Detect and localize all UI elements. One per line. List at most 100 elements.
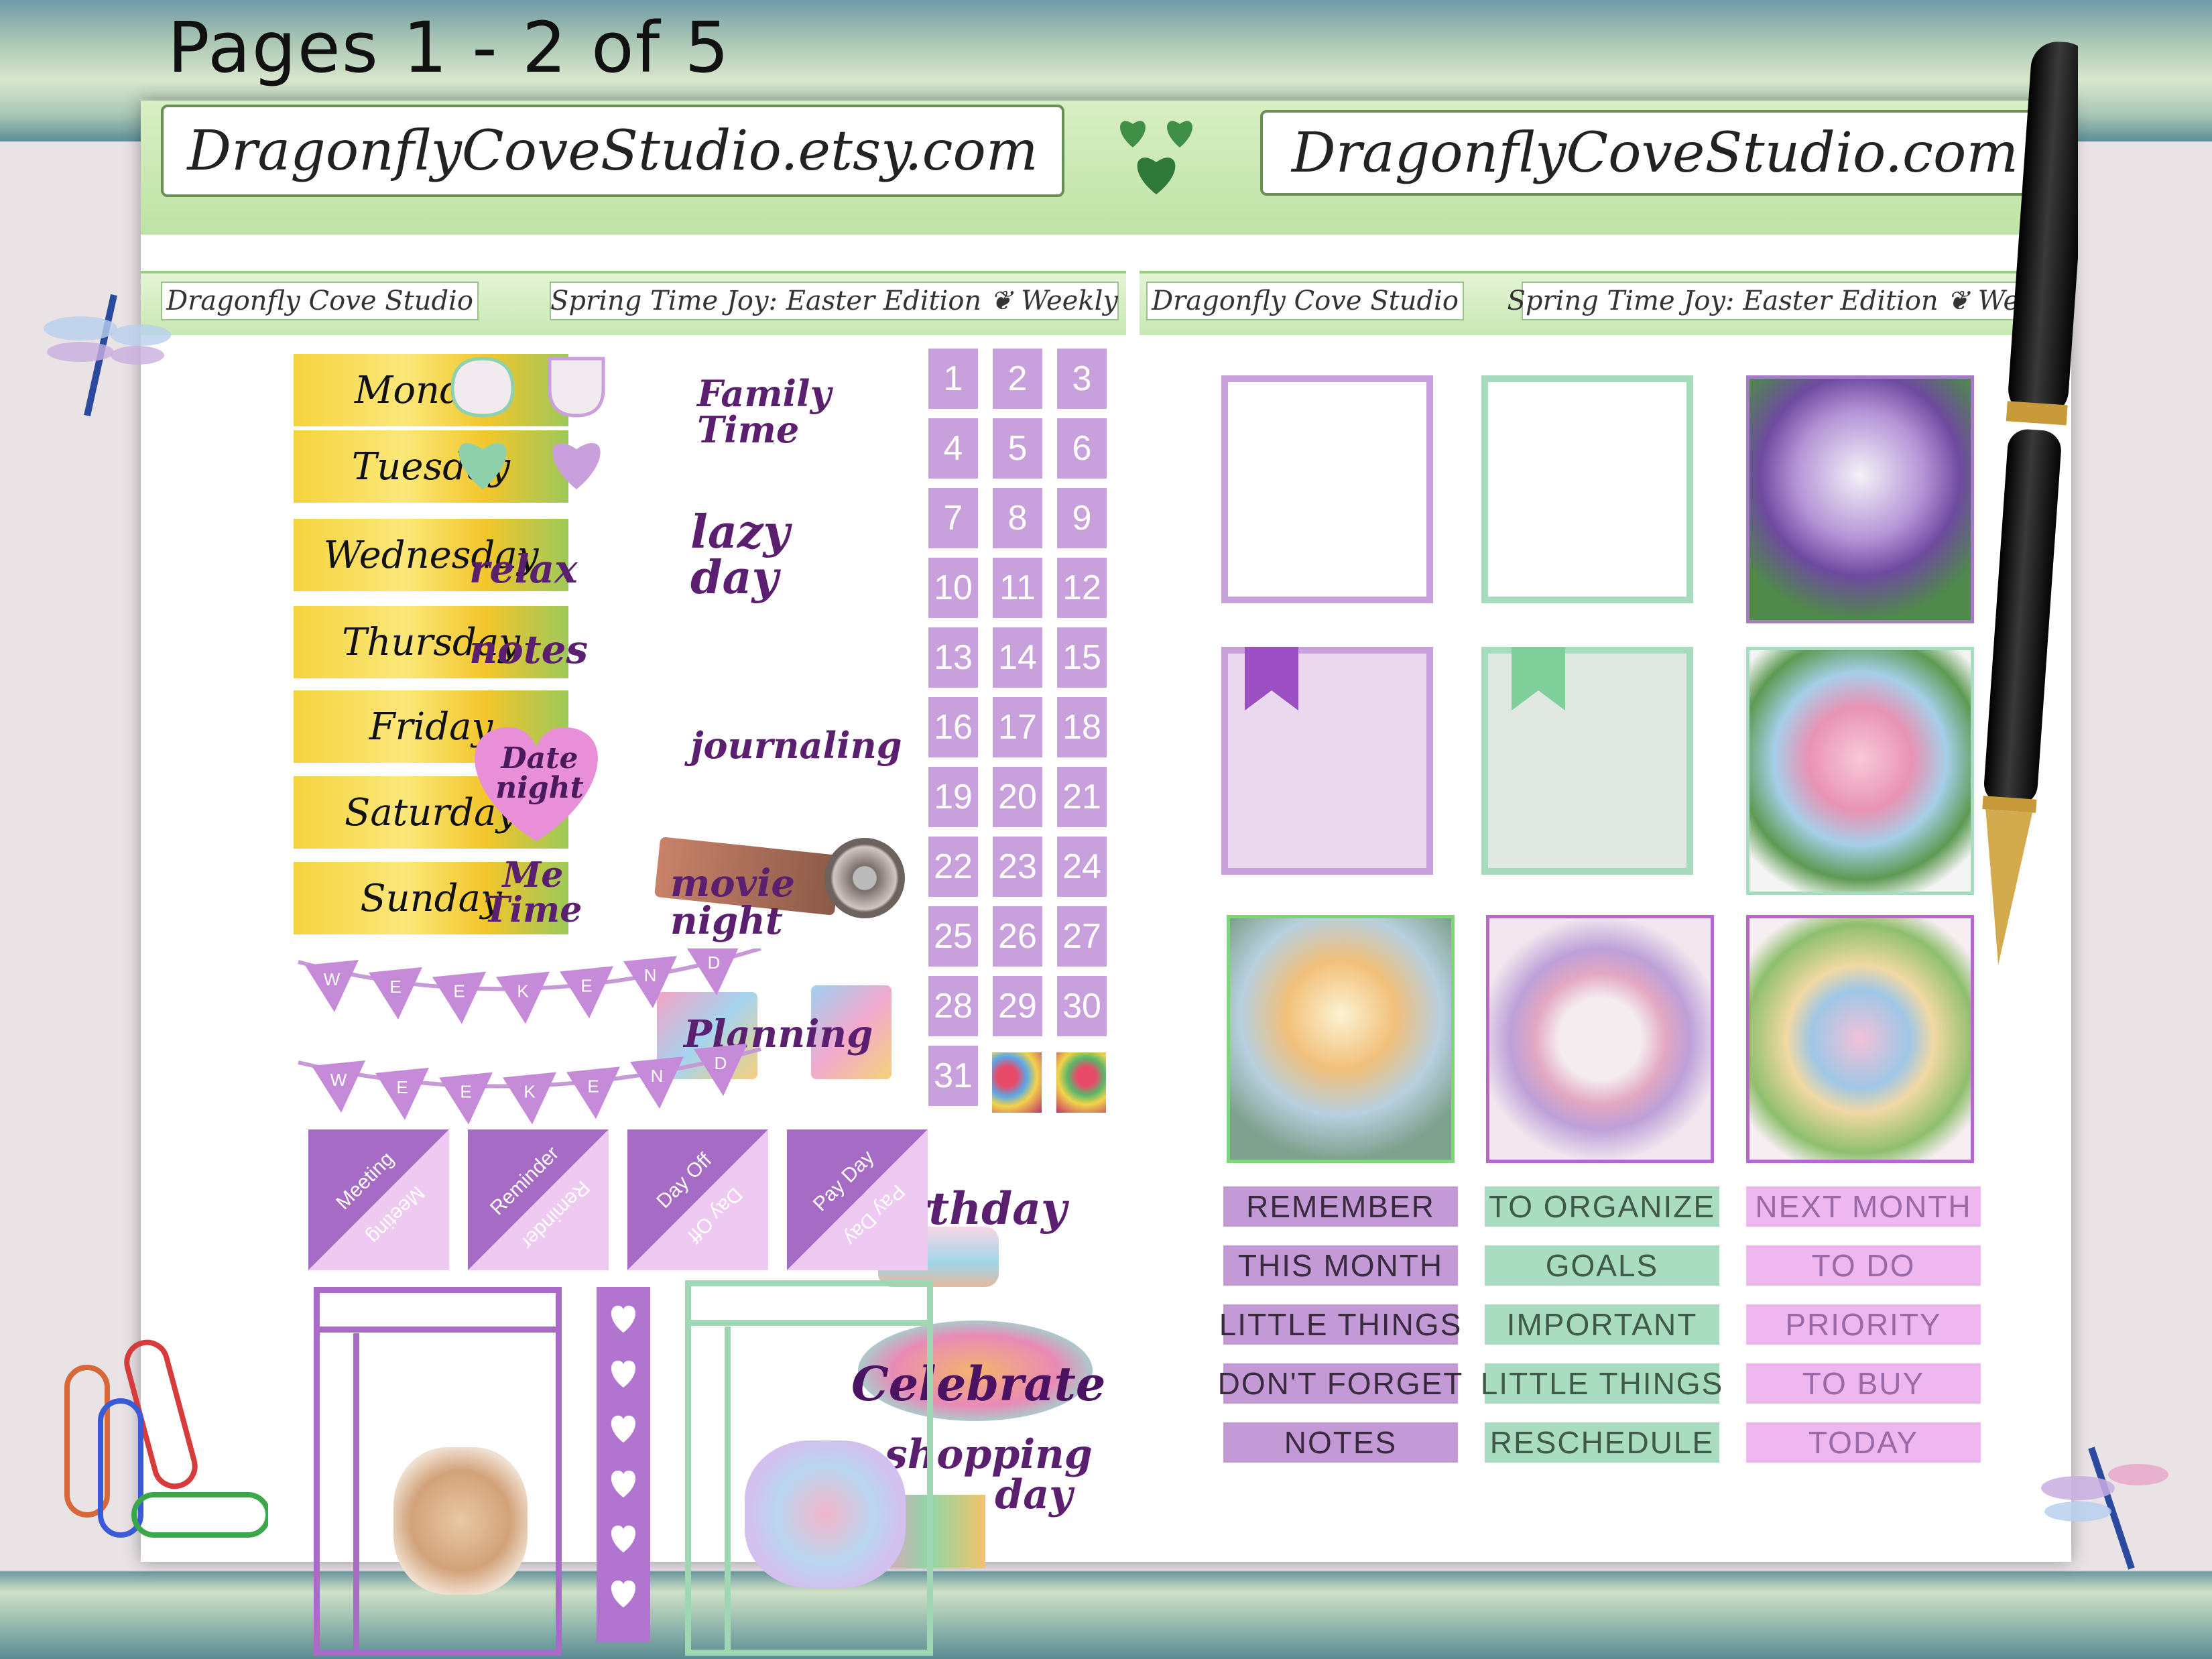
- frame-purple-outline[interactable]: [1221, 375, 1433, 603]
- date-number-13[interactable]: 13: [928, 627, 978, 688]
- floral-wreath-image: [1486, 915, 1714, 1163]
- sticker-notes[interactable]: notes: [469, 630, 588, 669]
- label-pink[interactable]: PRIORITY: [1746, 1304, 1981, 1345]
- date-number-24[interactable]: 24: [1057, 837, 1107, 897]
- date-number-30[interactable]: 30: [1057, 976, 1107, 1036]
- checkbox-heart-icon[interactable]: [606, 1300, 641, 1335]
- checkbox-heart-icon[interactable]: [606, 1520, 641, 1555]
- date-number-18[interactable]: 18: [1057, 697, 1107, 757]
- date-number-23[interactable]: 23: [993, 837, 1042, 897]
- label-pink[interactable]: TO DO: [1746, 1245, 1981, 1286]
- label-purple[interactable]: LITTLE THINGS: [1219, 1304, 1461, 1345]
- pennant-letter: E: [453, 981, 465, 1001]
- date-number-11[interactable]: 11: [993, 558, 1042, 618]
- checkbox-heart-icon[interactable]: [606, 1575, 641, 1610]
- half-box-sticker[interactable]: Pay Day Pay Day: [787, 1129, 928, 1270]
- pennant-letter: D: [715, 1053, 727, 1073]
- checkbox-heart-icon[interactable]: [606, 1465, 641, 1500]
- fountain-pen-icon: [1982, 42, 2078, 965]
- label-pink[interactable]: TO BUY: [1746, 1363, 1981, 1404]
- pennant-letter: E: [580, 975, 592, 995]
- sticker-movie-night[interactable]: movie night: [670, 865, 885, 940]
- bunnies-image: [393, 1447, 528, 1595]
- sticker-relax[interactable]: relax: [469, 550, 578, 589]
- date-number-4[interactable]: 4: [928, 418, 978, 479]
- date-number-12[interactable]: 12: [1057, 558, 1107, 618]
- easter-egg-tile-1[interactable]: [992, 1052, 1042, 1113]
- date-number-15[interactable]: 15: [1057, 627, 1107, 688]
- left-edition-label: Spring Time Joy: Easter Edition ❦ Weekly: [550, 282, 1119, 320]
- date-number-29[interactable]: 29: [993, 976, 1042, 1036]
- label-purple[interactable]: THIS MONTH: [1223, 1245, 1458, 1286]
- date-number-28[interactable]: 28: [928, 976, 978, 1036]
- date-number-14[interactable]: 14: [993, 627, 1042, 688]
- half-box-stickers: Meeting Meeting Reminder Reminder Day Off D…: [308, 1129, 952, 1277]
- date-number-16[interactable]: 16: [928, 697, 978, 757]
- bookmark-ribbon-icon: [1245, 647, 1298, 711]
- heart-checkbox-strip[interactable]: [597, 1287, 650, 1642]
- pennant-letter: E: [396, 1077, 408, 1097]
- date-number-20[interactable]: 20: [993, 767, 1042, 827]
- label-green[interactable]: GOALS: [1485, 1245, 1719, 1286]
- label-purple[interactable]: NOTES: [1223, 1422, 1458, 1463]
- label-purple[interactable]: DON'T FORGET: [1218, 1363, 1462, 1404]
- date-number-6[interactable]: 6: [1057, 418, 1107, 479]
- pennant-letter: D: [708, 953, 721, 973]
- dragonfly-icon-2: [2041, 1447, 2168, 1570]
- date-number-26[interactable]: 26: [993, 906, 1042, 967]
- date-number-10[interactable]: 10: [928, 558, 978, 618]
- easter-eggs-image: [745, 1440, 906, 1588]
- sticker-me-time[interactable]: Me Time: [476, 858, 590, 928]
- flower-vase-image: [1746, 647, 1974, 895]
- label-green[interactable]: TO ORGANIZE: [1485, 1186, 1719, 1227]
- frame-green-filled[interactable]: [1481, 647, 1693, 875]
- frame-green-outline[interactable]: [1481, 375, 1693, 603]
- date-number-27[interactable]: 27: [1057, 906, 1107, 967]
- date-number-31[interactable]: 31: [928, 1046, 978, 1106]
- pennant-letter: W: [330, 1070, 347, 1090]
- label-pink[interactable]: NEXT MONTH: [1746, 1186, 1981, 1227]
- lilac-flowers-image: [1746, 375, 1974, 623]
- paperclips-icon: [64, 1339, 268, 1538]
- site-url[interactable]: DragonflyCoveStudio.com: [1260, 110, 2050, 196]
- date-number-1[interactable]: 1: [928, 349, 978, 409]
- mini-heart-stickers[interactable]: [449, 355, 623, 496]
- date-number-5[interactable]: 5: [993, 418, 1042, 479]
- half-box-sticker[interactable]: Day Off Day Off: [627, 1129, 768, 1270]
- half-box-sticker[interactable]: Reminder Reminder: [468, 1129, 609, 1270]
- date-number-17[interactable]: 17: [993, 697, 1042, 757]
- pennant-letter: W: [324, 969, 341, 989]
- label-pink[interactable]: TODAY: [1746, 1422, 1981, 1463]
- checkbox-heart-icon[interactable]: [606, 1410, 641, 1445]
- date-number-3[interactable]: 3: [1057, 349, 1107, 409]
- easter-egg-tile-2[interactable]: [1056, 1052, 1106, 1113]
- half-box-sticker[interactable]: Meeting Meeting: [308, 1129, 449, 1270]
- egg-checklist-box[interactable]: [685, 1280, 933, 1656]
- sticker-lazy-day[interactable]: lazy day: [690, 509, 865, 601]
- label-green[interactable]: RESCHEDULE: [1485, 1422, 1719, 1463]
- page-title: Pages 1 - 2 of 5: [168, 7, 731, 88]
- date-number-8[interactable]: 8: [993, 488, 1042, 548]
- bunny-checklist-box[interactable]: [314, 1287, 562, 1656]
- sticker-journaling[interactable]: journaling: [690, 727, 902, 763]
- checkbox-heart-icon[interactable]: [606, 1355, 641, 1390]
- etsy-url[interactable]: DragonflyCoveStudio.etsy.com: [161, 105, 1064, 197]
- dragonfly-icon: [44, 294, 171, 417]
- date-number-22[interactable]: 22: [928, 837, 978, 897]
- left-studio-label: Dragonfly Cove Studio: [161, 282, 479, 320]
- date-number-21[interactable]: 21: [1057, 767, 1107, 827]
- pennant-letter: K: [524, 1082, 536, 1102]
- date-number-25[interactable]: 25: [928, 906, 978, 967]
- sticker-date-night[interactable]: Date night: [493, 744, 587, 803]
- label-purple[interactable]: REMEMBER: [1223, 1186, 1458, 1227]
- date-number-7[interactable]: 7: [928, 488, 978, 548]
- sticker-family-time[interactable]: Family Time: [697, 375, 831, 448]
- label-green[interactable]: LITTLE THINGS: [1481, 1363, 1722, 1404]
- frame-purple-filled[interactable]: [1221, 647, 1433, 875]
- label-green[interactable]: IMPORTANT: [1485, 1304, 1719, 1345]
- date-number-2[interactable]: 2: [993, 349, 1042, 409]
- date-number-9[interactable]: 9: [1057, 488, 1107, 548]
- date-number-19[interactable]: 19: [928, 767, 978, 827]
- pennant-letter: E: [460, 1082, 471, 1102]
- pennant-letter: K: [517, 981, 529, 1001]
